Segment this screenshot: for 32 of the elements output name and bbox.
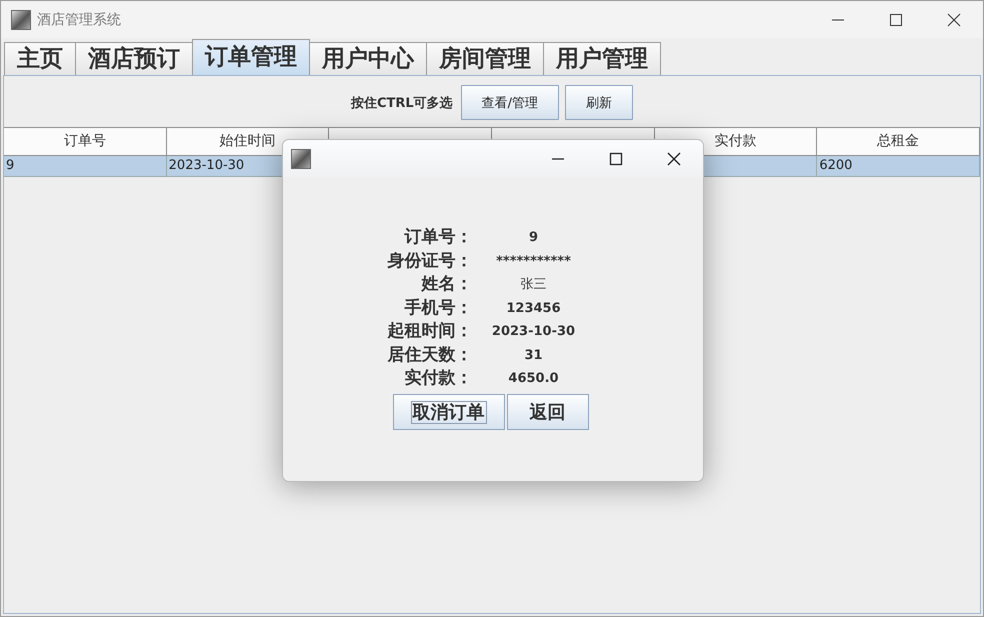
app-icon [291,148,311,168]
toolbar-button[interactable]: 查看/管理 [460,85,560,120]
tab[interactable]: 用户中心 [309,42,427,75]
window-title: 酒店管理系统 [37,10,121,28]
field-label: 实付款： [404,368,472,390]
tab[interactable]: 订单管理 [192,39,310,75]
field-value: 4650.0 [507,370,560,388]
field-value: 31 [523,346,544,364]
column-header: 订单号 [4,127,167,156]
app-icon [11,10,31,30]
toolbar-button[interactable]: 刷新 [565,85,634,120]
field-label: 居住天数： [388,344,472,366]
field-label: 身份证号： [388,250,472,272]
dialog-button[interactable]: 取消订单 [392,394,504,430]
tab[interactable]: 酒店预订 [75,42,193,75]
field-value: 张三 [520,276,548,294]
field-label: 订单号： [403,227,472,248]
tab[interactable]: 房间管理 [426,42,544,75]
field-value: 2023-10-30 [490,323,576,341]
tab[interactable]: 用户管理 [543,42,661,75]
hint-text: 按住CTRL可多选 [350,94,453,112]
column-header: 总租金 [817,127,980,156]
table-cell: 6200 [817,156,980,177]
field-label: 手机号： [404,298,472,319]
table-cell: 9 [4,156,167,177]
tab[interactable]: 主页 [4,42,76,75]
dialog-button[interactable]: 返回 [506,394,588,430]
field-value: *********** [495,252,572,270]
field-label: 姓名： [420,274,472,296]
field-label: 起租时间： [388,321,472,342]
field-value: 9 [528,229,540,247]
field-value: 123456 [505,300,562,318]
